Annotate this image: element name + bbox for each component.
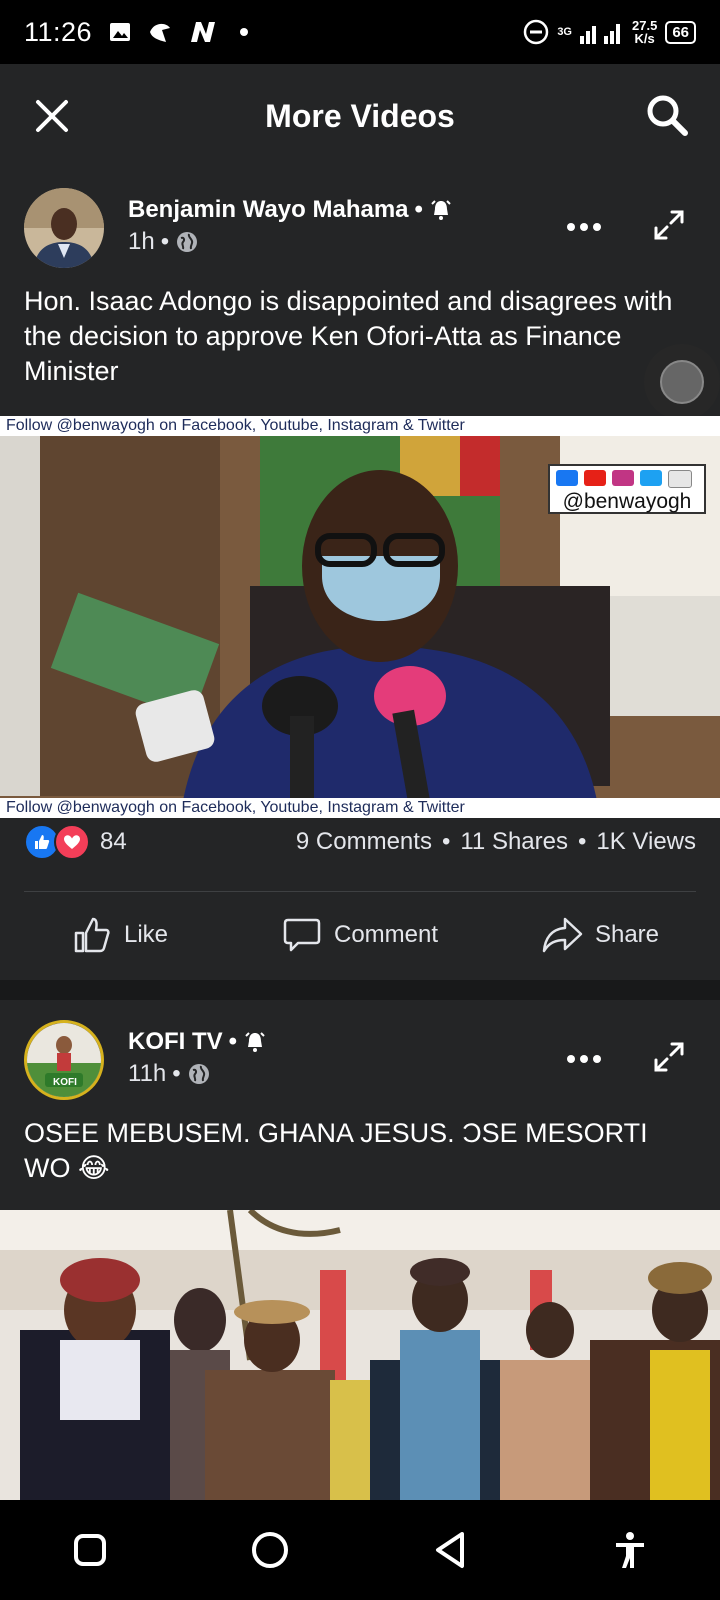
avatar[interactable]: [24, 188, 104, 268]
video-post: Benjamin Wayo Mahama • 1h • Hon. Isaac A…: [0, 168, 720, 980]
post-actions: Like Comment Share: [0, 892, 720, 978]
post-time: 11h: [128, 1060, 167, 1087]
avatar-logo-label: KOFI: [53, 1077, 77, 1088]
recents-icon: [74, 1534, 106, 1566]
gallery-icon: [110, 23, 131, 41]
battery-indicator: 66: [665, 20, 696, 44]
author-name[interactable]: Benjamin Wayo Mahama: [128, 196, 409, 224]
post-meta: 1h •: [128, 228, 199, 256]
share-icon: [542, 917, 583, 953]
ndc-icon: [668, 470, 692, 488]
search-icon[interactable]: [644, 92, 690, 138]
status-time: 11:26: [24, 16, 93, 47]
youtube-icon: [584, 470, 606, 486]
dot-icon: [240, 28, 249, 36]
reaction-count: 84: [100, 828, 127, 855]
video-handle-badge: @benwayogh: [548, 464, 706, 514]
video-frame: [0, 1210, 720, 1500]
post-stats: 9 Comments • 11 Shares • 1K Views: [295, 828, 696, 856]
close-icon[interactable]: [30, 94, 74, 138]
reactions-summary[interactable]: 84: [24, 824, 127, 860]
facebook-icon: [556, 470, 578, 486]
network-type: 3G: [557, 26, 572, 38]
share-button[interactable]: Share: [480, 892, 720, 978]
video-ticker-bottom: Follow @benwayogh on Facebook, Youtube, …: [0, 798, 720, 818]
net-speed: 27.5 K/s: [632, 18, 658, 46]
comment-button[interactable]: Comment: [240, 892, 480, 978]
post-text: OSEE MEBUSEM. GHANA JESUS. ƆSE MESORTI W…: [24, 1118, 648, 1183]
back-button[interactable]: [424, 1524, 476, 1576]
accessibility-button[interactable]: [604, 1524, 656, 1576]
video-ticker-top: Follow @benwayogh on Facebook, Youtube, …: [0, 416, 720, 436]
floating-bubble[interactable]: [644, 344, 720, 420]
globe-icon: [188, 1064, 209, 1084]
video-handle: @benwayogh: [562, 490, 692, 513]
twitter-icon: [640, 470, 662, 486]
love-reaction-icon: [54, 824, 90, 860]
instagram-icon: [612, 470, 634, 486]
post-separator: [0, 980, 720, 1000]
post-text: Hon. Isaac Adongo is disappointed and di…: [24, 286, 673, 386]
home-button[interactable]: [244, 1524, 296, 1576]
more-options-button[interactable]: [564, 212, 604, 242]
dnd-icon: [524, 19, 549, 45]
news-app-icon: [191, 22, 216, 42]
shares-count[interactable]: 11 Shares: [460, 828, 568, 856]
comment-icon: [283, 918, 321, 952]
video-post: KOFI KOFI TV • 11h • OSEE MEBUSEM. GHANA…: [0, 1000, 720, 1500]
back-icon: [436, 1532, 464, 1568]
avatar[interactable]: KOFI: [24, 1020, 104, 1100]
author-name[interactable]: KOFI TV: [128, 1028, 223, 1056]
thumbs-up-icon: [74, 917, 110, 953]
comments-count[interactable]: 9 Comments: [296, 828, 432, 856]
like-button[interactable]: Like: [0, 892, 240, 978]
app-notification-icon: [150, 23, 171, 42]
home-icon: [252, 1532, 288, 1568]
more-options-button[interactable]: [564, 1044, 604, 1074]
bell-icon[interactable]: [429, 198, 453, 222]
system-nav-bar: [0, 1500, 720, 1600]
expand-icon[interactable]: [652, 1040, 686, 1074]
post-meta: 11h •: [128, 1060, 211, 1088]
page-title: More Videos: [265, 97, 455, 134]
post-author[interactable]: Benjamin Wayo Mahama •: [128, 196, 453, 224]
views-count: 1K Views: [596, 828, 696, 855]
globe-icon: [177, 232, 198, 252]
accessibility-icon: [616, 1532, 644, 1568]
bell-icon[interactable]: [243, 1030, 267, 1054]
post-time: 1h: [128, 228, 155, 255]
expand-icon[interactable]: [652, 208, 686, 242]
app-bar: More Videos: [0, 64, 720, 168]
status-bar: 11:26 3G 27.5 K/s 66: [0, 0, 720, 64]
post-author[interactable]: KOFI TV •: [128, 1028, 267, 1056]
signal-icon: [580, 24, 620, 44]
video-player[interactable]: Follow @benwayogh on Facebook, Youtube, …: [0, 416, 720, 818]
recents-button[interactable]: [64, 1524, 116, 1576]
video-player[interactable]: [0, 1210, 720, 1500]
